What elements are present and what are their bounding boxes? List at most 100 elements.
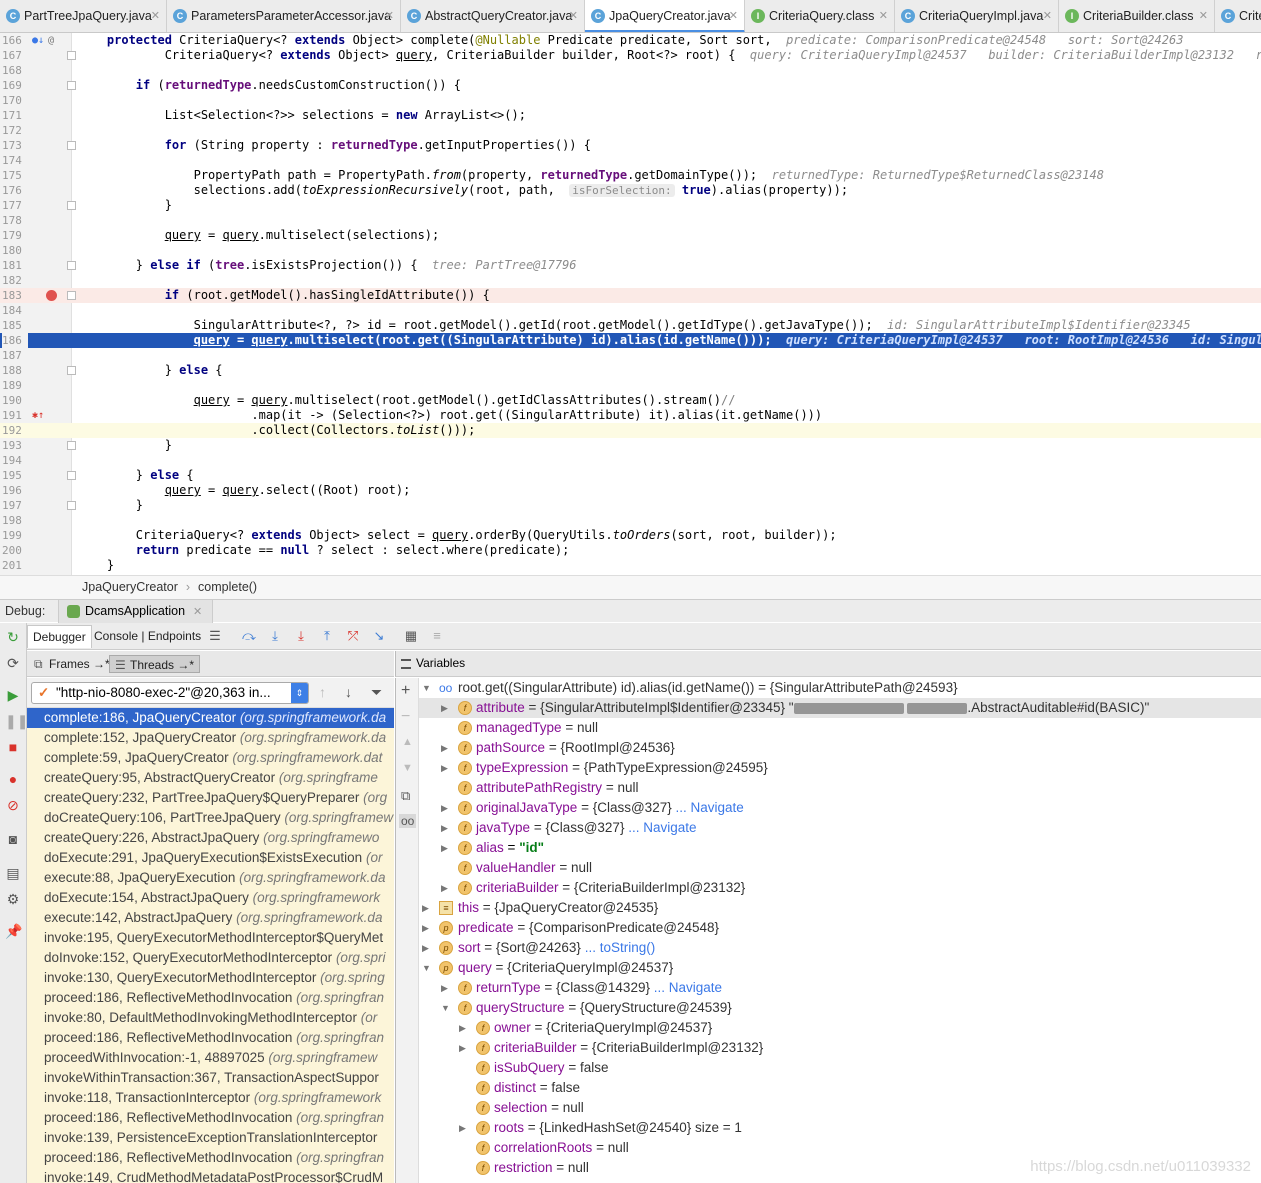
arrow-up-icon[interactable]: ↑ bbox=[319, 684, 326, 700]
fold-marker-icon[interactable] bbox=[67, 501, 76, 510]
tree-row-pathsource[interactable]: ▶ f pathSource = {RootImpl@24536} bbox=[419, 738, 1261, 758]
tree-row-valuehandler[interactable]: f valueHandler = null bbox=[419, 858, 1261, 878]
code-line[interactable]: 187 bbox=[0, 348, 1261, 363]
navigate-link[interactable]: ... Navigate bbox=[628, 820, 696, 835]
breadcrumb-method[interactable]: complete() bbox=[198, 580, 257, 594]
watches-glasses-icon[interactable]: oo bbox=[399, 814, 417, 828]
expand-arrow-icon[interactable]: ▶ bbox=[441, 738, 451, 758]
stack-frame[interactable]: doCreateQuery:106, PartTreeJpaQuery (org… bbox=[27, 808, 394, 828]
expand-arrow-icon[interactable]: ▶ bbox=[441, 978, 451, 998]
tab-criteriaquery[interactable]: I CriteriaQuery.class ✕ bbox=[745, 0, 895, 32]
run-to-cursor-icon[interactable]: ↘ bbox=[371, 628, 387, 644]
code-line[interactable]: 191 ✱↑ .map(it -> (Selection<?>) root.get… bbox=[0, 408, 1261, 423]
stack-frame[interactable]: doExecute:291, JpaQueryExecution$ExistsE… bbox=[27, 848, 394, 868]
expand-arrow-icon[interactable]: ▶ bbox=[422, 918, 432, 938]
step-into-icon[interactable]: ⤓ bbox=[267, 628, 283, 644]
code-line[interactable]: 171 List<Selection<?>> selections = new … bbox=[0, 108, 1261, 123]
arrow-down-icon[interactable]: ↓ bbox=[345, 684, 352, 700]
expand-arrow-icon[interactable]: ▶ bbox=[459, 1018, 469, 1038]
stop-icon[interactable]: ■ bbox=[5, 739, 21, 755]
stack-frame[interactable]: invokeWithinTransaction:367, Transaction… bbox=[27, 1068, 394, 1088]
code-line[interactable]: 193 } bbox=[0, 438, 1261, 453]
variables-tree[interactable]: ▼ oo root.get((SingularAttribute) id).alia… bbox=[419, 678, 1261, 1183]
fold-marker-icon[interactable] bbox=[67, 261, 76, 270]
close-icon[interactable]: ✕ bbox=[1199, 0, 1208, 32]
fold-marker-icon[interactable] bbox=[67, 141, 76, 150]
code-line[interactable]: 170 bbox=[0, 93, 1261, 108]
tree-row-attributepathregistry[interactable]: f attributePathRegistry = null bbox=[419, 778, 1261, 798]
resume-icon[interactable]: ▶ bbox=[5, 687, 21, 703]
stack-frame[interactable]: invoke:195, QueryExecutorMethodIntercept… bbox=[27, 928, 394, 948]
pause-icon[interactable]: ❚❚ bbox=[5, 713, 28, 729]
stack-frame[interactable]: doInvoke:152, QueryExecutorMethodInterce… bbox=[27, 948, 394, 968]
code-line[interactable]: 185 SingularAttribute<?, ?> id = root.ge… bbox=[0, 318, 1261, 333]
restart-icon[interactable]: ⟳ bbox=[5, 655, 21, 671]
stack-frame[interactable]: invoke:149, CrudMethodMetadataPostProces… bbox=[27, 1168, 394, 1183]
stack-frame[interactable]: doExecute:154, AbstractJpaQuery (org.spr… bbox=[27, 888, 394, 908]
fold-marker-icon[interactable] bbox=[67, 201, 76, 210]
close-icon[interactable]: ✕ bbox=[193, 606, 202, 618]
tree-row-javatype[interactable]: ▶ f javaType = {Class@327} ... Navigate bbox=[419, 818, 1261, 838]
navigate-link[interactable]: ... Navigate bbox=[675, 800, 743, 815]
code-line[interactable]: 183 if (root.getModel().hasSingleIdAttri… bbox=[0, 288, 1261, 303]
expand-arrow-icon[interactable]: ▶ bbox=[441, 698, 451, 718]
expand-arrow-icon[interactable]: ▶ bbox=[459, 1038, 469, 1058]
code-line[interactable]: 172 bbox=[0, 123, 1261, 138]
tab-abstractquerycreator[interactable]: C AbstractQueryCreator.java ✕ bbox=[401, 0, 585, 32]
step-over-icon[interactable]: ⤼ bbox=[241, 628, 257, 644]
expand-arrow-icon[interactable]: ▶ bbox=[422, 938, 432, 958]
code-line[interactable]: 200 return predicate == null ? select : … bbox=[0, 543, 1261, 558]
code-line[interactable]: 182 bbox=[0, 273, 1261, 288]
tree-row-originaljavatype[interactable]: ▶ f originalJavaType = {Class@327} ... Nav… bbox=[419, 798, 1261, 818]
code-line[interactable]: 192 .collect(Collectors.toList())); bbox=[0, 423, 1261, 438]
code-line[interactable]: 186 query = query.multiselect(root.get((… bbox=[0, 333, 1261, 348]
stack-frame[interactable]: createQuery:226, AbstractJpaQuery (org.s… bbox=[27, 828, 394, 848]
stack-frame[interactable]: invoke:80, DefaultMethodInvokingMethodIn… bbox=[27, 1008, 394, 1028]
camera-icon[interactable]: ◙ bbox=[5, 831, 21, 847]
tree-row-predicate[interactable]: ▶ p predicate = {ComparisonPredicate@24548… bbox=[419, 918, 1261, 938]
navigate-link[interactable]: ... Navigate bbox=[654, 980, 722, 995]
thread-dropdown[interactable]: ✓ "http-nio-8080-exec-2"@20,363 in... ⇕ bbox=[31, 682, 309, 704]
tab-console-endpoints[interactable]: Console | Endpoints bbox=[89, 625, 206, 648]
stack-frame[interactable]: complete:152, JpaQueryCreator (org.sprin… bbox=[27, 728, 394, 748]
stack-frame[interactable]: proceed:186, ReflectiveMethodInvocation … bbox=[27, 1108, 394, 1128]
move-down-icon[interactable]: ▼ bbox=[402, 762, 413, 774]
pin-icon[interactable]: 📌 bbox=[5, 923, 22, 939]
fold-marker-icon[interactable] bbox=[67, 441, 76, 450]
code-line[interactable]: 179 query = query.multiselect(selections… bbox=[0, 228, 1261, 243]
code-line[interactable]: 199 CriteriaQuery<? extends Object> sele… bbox=[0, 528, 1261, 543]
tree-row-selection[interactable]: f selection = null bbox=[419, 1098, 1261, 1118]
chevron-down-icon[interactable]: ⇕ bbox=[291, 683, 308, 703]
tree-row-alias[interactable]: ▶ f alias = "id" bbox=[419, 838, 1261, 858]
remove-watch-icon[interactable]: − bbox=[401, 708, 410, 726]
code-line[interactable]: 176 selections.add(toExpressionRecursive… bbox=[0, 183, 1261, 198]
stack-frame[interactable]: complete:186, JpaQueryCreator (org.sprin… bbox=[27, 708, 394, 728]
fold-marker-icon[interactable] bbox=[67, 51, 76, 60]
stack-frame[interactable]: proceed:186, ReflectiveMethodInvocation … bbox=[27, 1028, 394, 1048]
stack-frame[interactable]: execute:142, AbstractJpaQuery (org.sprin… bbox=[27, 908, 394, 928]
tree-row-roots[interactable]: ▶ f roots = {LinkedHashSet@24540} size = 1 bbox=[419, 1118, 1261, 1138]
expand-arrow-icon[interactable]: ▶ bbox=[441, 878, 451, 898]
run-config-tab[interactable]: DcamsApplication ✕ bbox=[58, 600, 214, 623]
tab-jpaquerycreator[interactable]: C JpaQueryCreator.java ✕ bbox=[585, 0, 745, 32]
show-execution-point-icon[interactable]: ☰ bbox=[207, 628, 223, 644]
tree-row-attribute[interactable]: ▶ f attribute = {SingularAttributeImpl$Ide… bbox=[419, 698, 1261, 718]
code-line[interactable]: 168 bbox=[0, 63, 1261, 78]
close-icon[interactable]: ✕ bbox=[569, 0, 578, 32]
code-line[interactable]: 195 } else { bbox=[0, 468, 1261, 483]
mute-breakpoints-icon[interactable]: ⊘ bbox=[5, 797, 21, 813]
code-line[interactable]: 189 bbox=[0, 378, 1261, 393]
tree-row-correlationroots[interactable]: f correlationRoots = null bbox=[419, 1138, 1261, 1158]
tree-row-criteriabuilder-2[interactable]: ▶ f criteriaBuilder = {CriteriaBuilderImpl… bbox=[419, 1038, 1261, 1058]
code-line[interactable]: 177 } bbox=[0, 198, 1261, 213]
collapse-arrow-icon[interactable]: ▼ bbox=[441, 998, 451, 1018]
tree-row-root[interactable]: ▼ oo root.get((SingularAttribute) id).alia… bbox=[419, 678, 1261, 698]
stack-frame[interactable]: invoke:118, TransactionInterceptor (org.… bbox=[27, 1088, 394, 1108]
tree-row-issubquery[interactable]: f isSubQuery = false bbox=[419, 1058, 1261, 1078]
code-line[interactable]: 197 } bbox=[0, 498, 1261, 513]
expand-arrow-icon[interactable]: ▶ bbox=[441, 798, 451, 818]
tab-criteriabuilder[interactable]: I CriteriaBuilder.class ✕ bbox=[1059, 0, 1215, 32]
move-up-icon[interactable]: ▲ bbox=[402, 736, 413, 748]
tree-row-owner[interactable]: ▶ f owner = {CriteriaQueryImpl@24537} bbox=[419, 1018, 1261, 1038]
code-line[interactable]: 190 query = query.multiselect(root.getMo… bbox=[0, 393, 1261, 408]
